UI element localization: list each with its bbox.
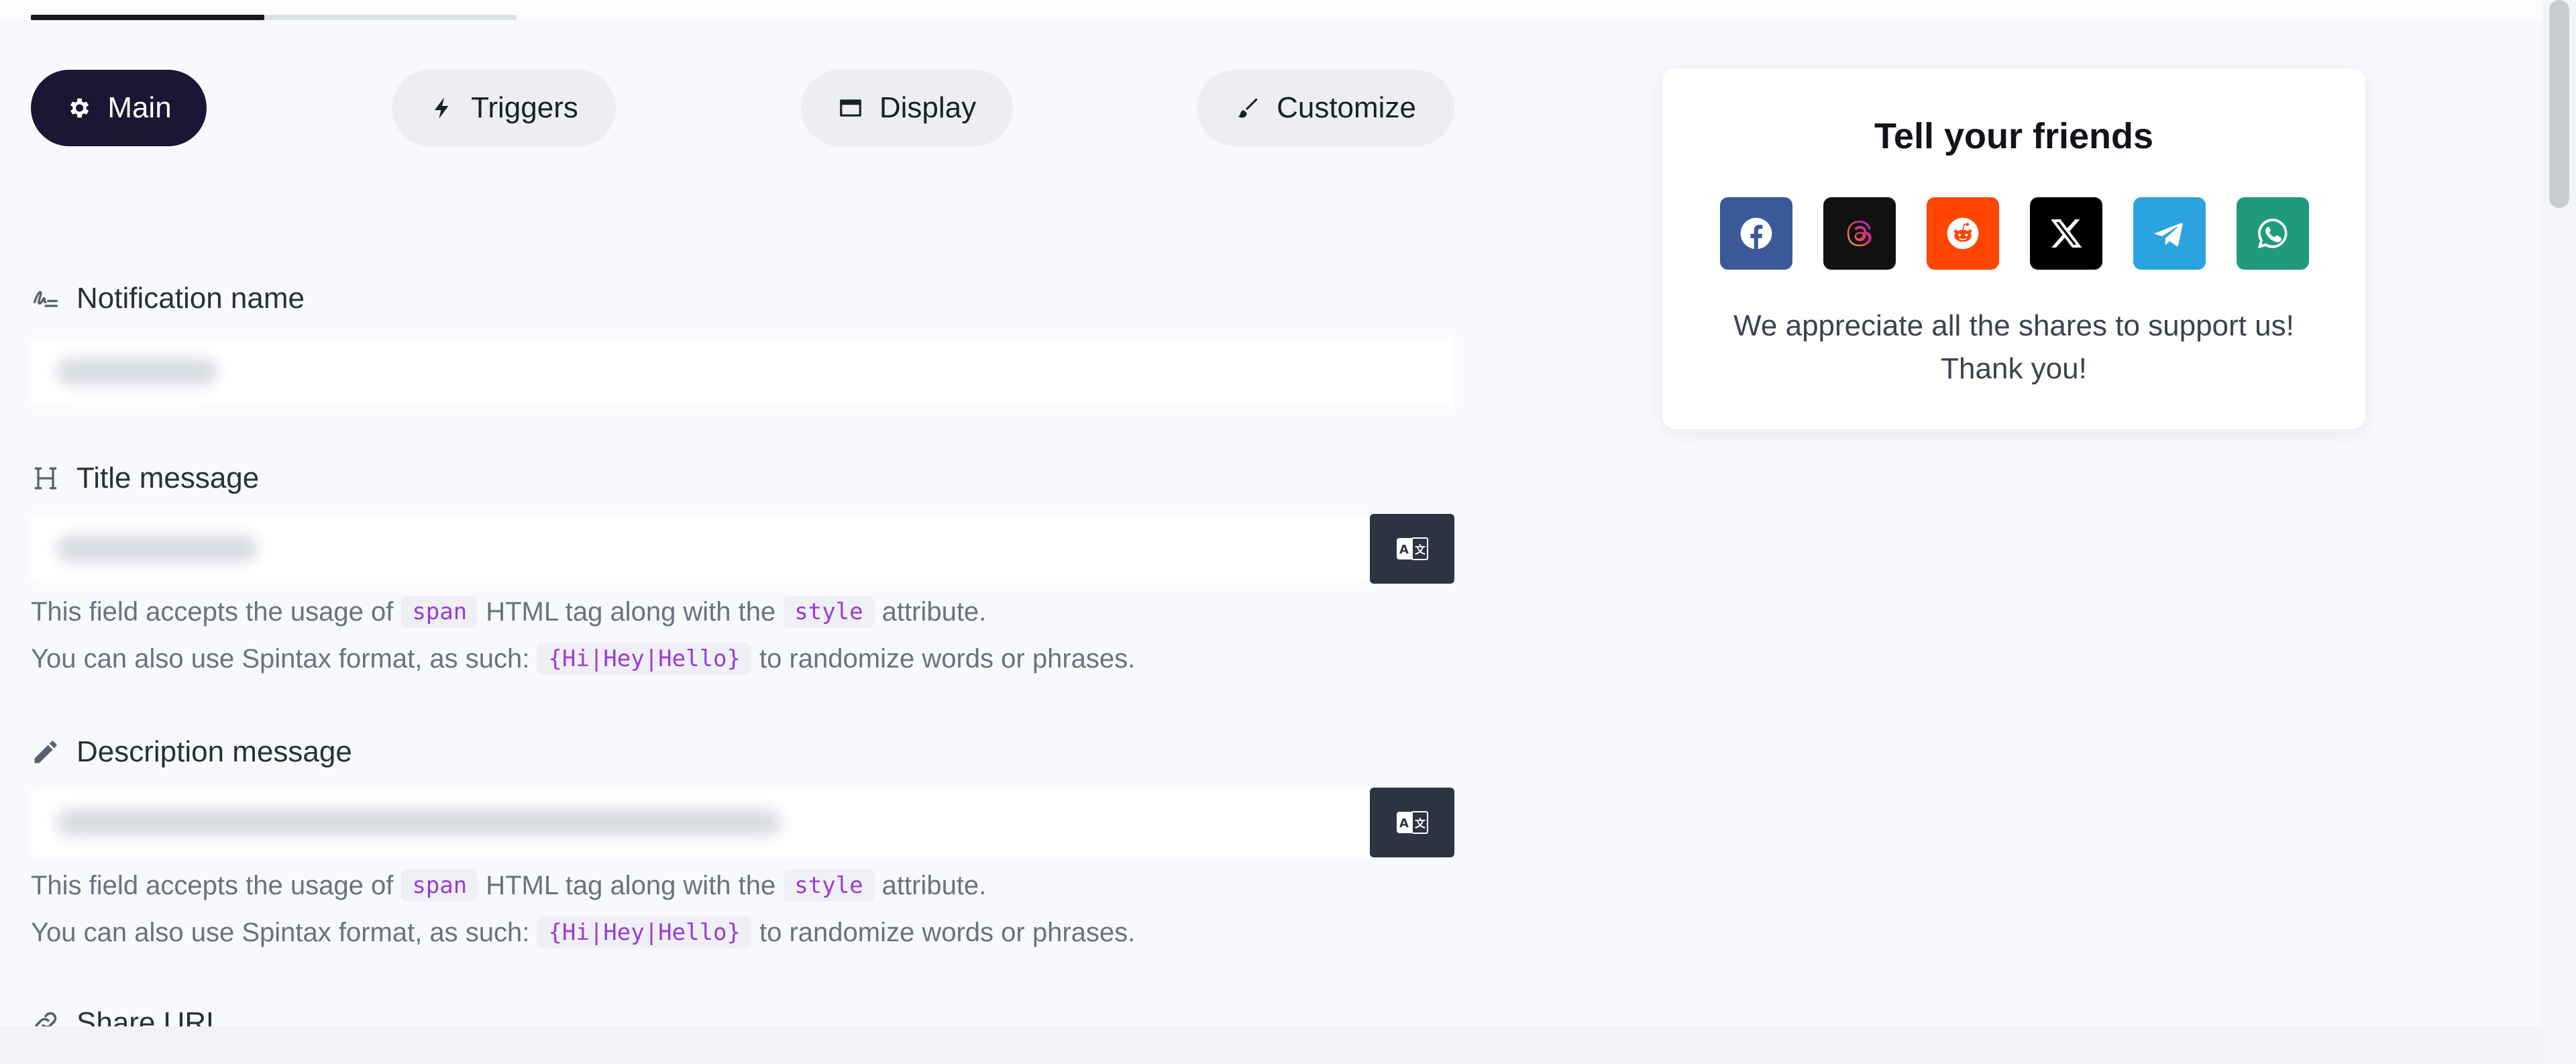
link-icon <box>35 1012 57 1026</box>
translate-icon: A 文 <box>1397 537 1428 560</box>
share-facebook-button[interactable] <box>1720 197 1792 270</box>
tab-label: Customize <box>1277 91 1416 124</box>
svg-text:文: 文 <box>1415 543 1426 556</box>
signature-icon <box>33 290 58 307</box>
telegram-icon <box>2154 223 2183 246</box>
code-spintax: {Hi|Hey|Hello} <box>537 643 751 675</box>
notification-name-input[interactable] <box>31 337 1454 407</box>
whatsapp-icon <box>2257 218 2288 249</box>
share-url-label: Share URL <box>31 1006 223 1026</box>
title-help-html: This field accepts the usage of span HTM… <box>31 596 986 628</box>
svg-text:文: 文 <box>1415 817 1426 830</box>
code-span: span <box>401 596 478 628</box>
bolt-icon <box>435 97 449 119</box>
tab-triggers[interactable]: Triggers <box>392 70 616 146</box>
svg-text:A: A <box>1399 816 1409 831</box>
tab-label: Main <box>107 91 172 124</box>
pencil-icon <box>34 741 57 763</box>
translate-icon: A 文 <box>1397 811 1428 834</box>
window-icon <box>840 99 861 117</box>
progress-bar <box>31 15 517 20</box>
description-help-html: This field accepts the usage of span HTM… <box>31 869 986 902</box>
scrollbar[interactable] <box>2542 0 2576 1064</box>
share-threads-button[interactable] <box>1823 197 1896 270</box>
description-message-label: Description message <box>31 735 352 769</box>
gear-icon <box>70 98 89 118</box>
share-reddit-button[interactable] <box>1927 197 1999 270</box>
svg-text:A: A <box>1399 543 1409 557</box>
tab-customize[interactable]: Customize <box>1197 70 1454 146</box>
description-message-value-blurred <box>56 809 781 836</box>
code-style: style <box>784 869 874 902</box>
code-spintax: {Hi|Hey|Hello} <box>537 916 751 949</box>
facebook-icon <box>1740 217 1772 250</box>
share-whatsapp-button[interactable] <box>2237 197 2309 270</box>
page: Main Triggers Display Customize Notifica… <box>0 0 2542 1026</box>
title-message-value-blurred <box>56 535 258 562</box>
x-icon <box>2051 219 2082 248</box>
share-x-button[interactable] <box>2030 197 2102 270</box>
tab-label: Display <box>879 91 977 124</box>
code-style: style <box>784 596 874 628</box>
tab-main[interactable]: Main <box>31 70 207 146</box>
title-help-spintax: You can also use Spintax format, as such… <box>31 643 1135 675</box>
share-title: Tell your friends <box>1874 116 2154 156</box>
bottom-bar <box>0 1026 2542 1064</box>
tab-label: Triggers <box>471 91 578 124</box>
social-buttons <box>1720 197 2309 270</box>
paintbrush-icon <box>1238 98 1258 118</box>
code-span: span <box>401 869 478 902</box>
title-message-label: Title message <box>31 462 259 495</box>
heading-icon <box>34 467 57 490</box>
share-message: We appreciate all the shares to support … <box>1733 309 2294 385</box>
notification-name-label: Notification name <box>31 282 305 315</box>
notification-name-value-blurred <box>56 358 217 385</box>
reddit-icon <box>1947 217 1979 250</box>
tab-display[interactable]: Display <box>801 70 1013 146</box>
threads-icon <box>1847 220 1872 247</box>
scrollbar-thumb[interactable] <box>2549 0 2569 208</box>
translate-button[interactable]: A 文 <box>1370 788 1454 857</box>
progress-fill <box>31 15 264 20</box>
share-card: Tell your friends We appreciate all the … <box>1662 68 2365 429</box>
share-telegram-button[interactable] <box>2133 197 2206 270</box>
translate-button[interactable]: A 文 <box>1370 514 1454 584</box>
description-help-spintax: You can also use Spintax format, as such… <box>31 916 1135 949</box>
